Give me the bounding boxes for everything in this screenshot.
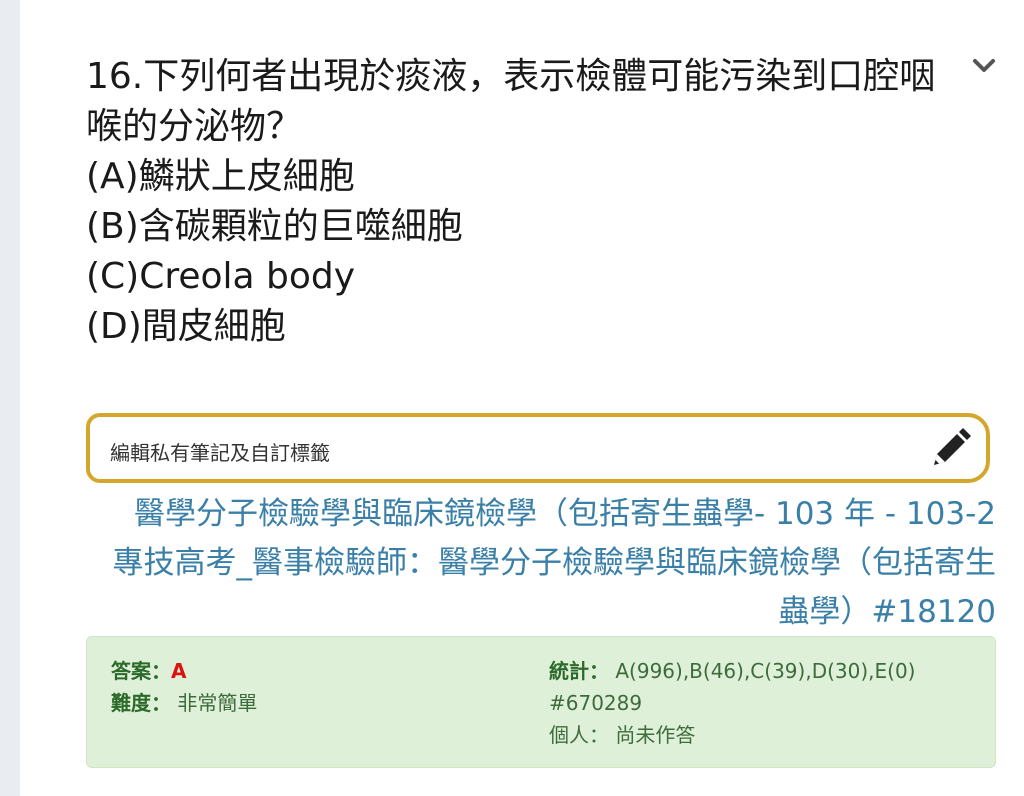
exam-source-link[interactable]: 醫學分子檢驗學與臨床鏡檢學（包括寄生蟲學- 103 年 - 103-2 專技高考… <box>96 490 997 637</box>
answer-key: 答案： <box>111 659 171 683</box>
difficulty-value: 非常簡單 <box>177 691 258 715</box>
option-a: (A)鱗狀上皮細胞 <box>86 156 355 197</box>
stats-row: 統計： A(996),B(46),C(39),D(30),E(0) <box>549 655 915 687</box>
private-note-label: 編輯私有筆記及自訂標籤 <box>110 441 330 465</box>
pencil-icon[interactable] <box>928 427 972 471</box>
answer-row: 答案：A <box>111 655 257 687</box>
question-id: #670289 <box>549 691 643 715</box>
personal-key: 個人： <box>549 723 609 747</box>
option-b: (B)含碳顆粒的巨噬細胞 <box>86 206 463 247</box>
question-block: 16.下列何者出現於痰液，表示檢體可能污染到口腔咽喉的分泌物？ (A)鱗狀上皮細… <box>86 52 966 352</box>
stats-value: A(996),B(46),C(39),D(30),E(0) <box>615 659 916 683</box>
private-note-button[interactable]: 編輯私有筆記及自訂標籤 <box>86 413 990 483</box>
option-d: (D)間皮細胞 <box>86 306 286 347</box>
answer-right-column: 統計： A(996),B(46),C(39),D(30),E(0) #67028… <box>549 655 915 751</box>
difficulty-row: 難度： 非常簡單 <box>111 687 257 719</box>
difficulty-key: 難度： <box>111 691 171 715</box>
answer-panel: 答案：A 難度： 非常簡單 統計： A(996),B(46),C(39),D(3… <box>86 636 996 768</box>
personal-value: 尚未作答 <box>615 723 696 747</box>
question-card: 16.下列何者出現於痰液，表示檢體可能污染到口腔咽喉的分泌物？ (A)鱗狀上皮細… <box>20 0 1024 796</box>
answer-left-column: 答案：A 難度： 非常簡單 <box>111 655 257 719</box>
chevron-down-icon[interactable] <box>970 56 998 76</box>
option-c: (C)Creola body <box>86 256 356 297</box>
left-margin-strip <box>0 0 20 796</box>
answer-value: A <box>171 659 187 683</box>
stats-key: 統計： <box>549 659 609 683</box>
personal-row: 個人： 尚未作答 <box>549 719 915 751</box>
question-title: 16.下列何者出現於痰液，表示檢體可能污染到口腔咽喉的分泌物？ <box>86 56 936 147</box>
